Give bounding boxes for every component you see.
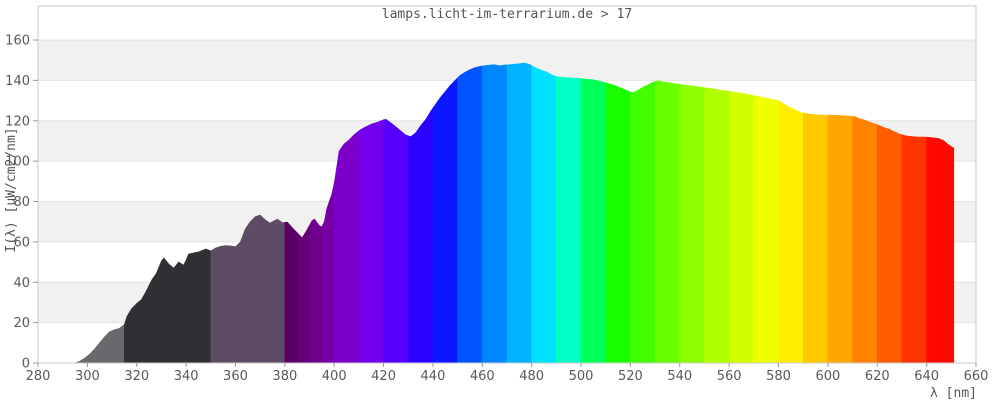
spectrum-band [556,76,582,364]
spectrum-band [457,65,483,364]
x-tick-label: 460 [470,369,495,384]
y-tick-label: 160 [5,34,30,49]
spectrum-band [309,218,323,364]
spectrum-band [802,112,829,364]
spectrum-band [284,221,298,364]
spectrum-band [531,65,557,364]
x-tick-label: 540 [667,369,692,384]
x-tick-label: 440 [421,369,446,384]
spectrum-chart-page: 0 20 40 60 80 100 120 140 160 280 300 320 340 360 380 4… [0,0,1000,400]
spectrum-band [876,124,903,364]
x-tick-label: 600 [815,369,840,384]
spectrum-band [827,114,853,364]
spectrum-band [778,100,804,364]
spectrum-band [605,82,631,364]
spectrum-band [852,116,878,364]
spectrum-band [383,119,409,364]
spectrum-band [753,95,779,364]
x-tick-label: 320 [124,369,149,384]
x-tick-label: 580 [766,369,791,384]
spectrum-band [580,78,607,364]
x-axis-label: λ [nm] [930,386,977,400]
x-tick-label: 360 [223,369,248,384]
spectrum-band [679,84,705,364]
y-tick-label: 140 [5,74,30,89]
spectrum-band [654,80,681,364]
y-axis-label: I(λ) [uW/cm2/nm] [4,127,19,252]
spectrum-band [926,136,955,364]
spectrum-band [901,134,927,364]
x-tick-label: 640 [914,369,939,384]
x-tick-label: 560 [717,369,742,384]
spectrum-band [358,119,384,364]
x-tick-label: 300 [75,369,100,384]
chart-title: lamps.licht-im-terrarium.de > 17 [382,7,632,22]
spectrum-band [482,64,508,364]
y-tick-label: 120 [5,114,30,129]
x-tick-label: 380 [272,369,297,384]
x-tick-label: 420 [371,369,396,384]
spectrum-band [407,107,434,364]
spectrum-chart: 020406080100120140160280 300 320 340 360 380 4… [4,5,989,400]
y-tick-label: 20 [13,316,30,331]
x-tick-label: 620 [865,369,890,384]
x-tick-label: 280 [26,369,51,384]
spectrum-band [296,225,310,364]
y-tick-label: 40 [13,276,30,291]
spectrum-band [728,90,755,364]
x-tick-label: 480 [519,369,544,384]
spectrum-band [704,87,730,364]
x-tick-label: 340 [174,369,199,384]
spectrum-band [506,62,532,364]
spectrum-band [432,77,458,364]
x-tick-label: 520 [618,369,643,384]
spectrum-band [630,81,656,364]
spectrum-band [333,130,360,364]
x-tick-label: 660 [964,369,989,384]
x-tick-label: 400 [322,369,347,384]
x-tick-label: 500 [569,369,594,384]
